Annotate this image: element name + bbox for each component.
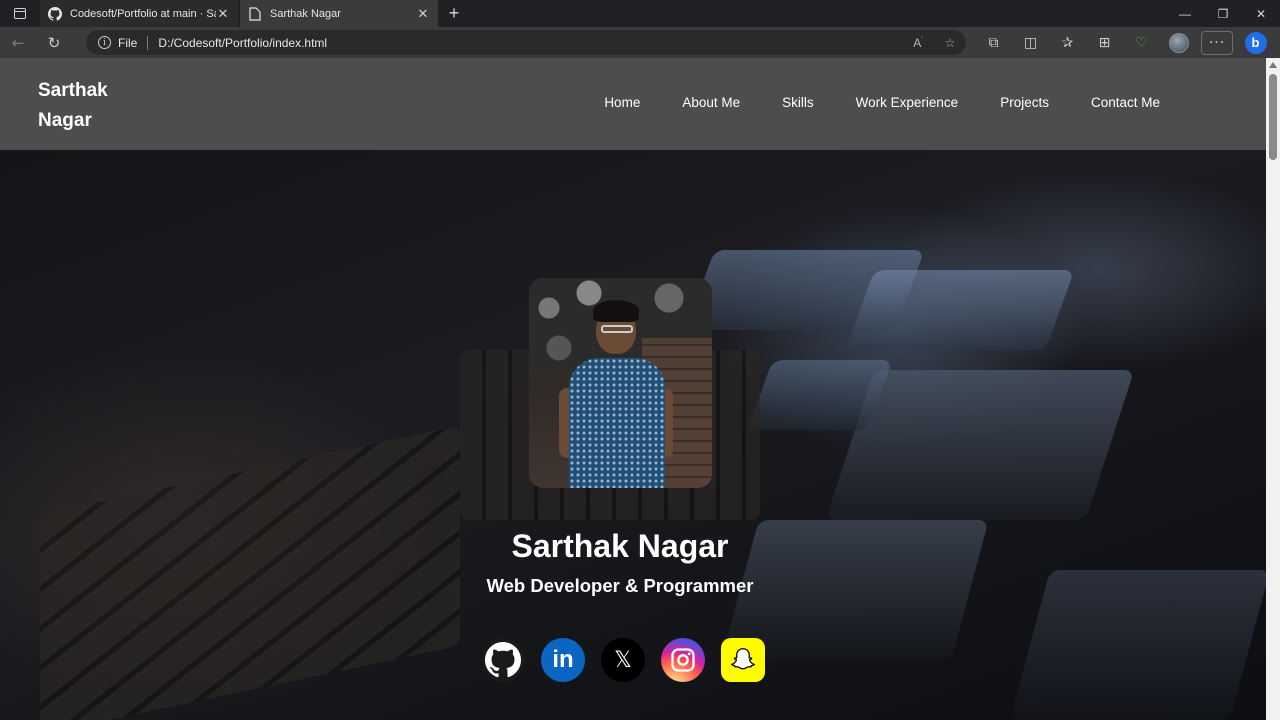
- profile-avatar[interactable]: [1160, 27, 1197, 58]
- browser-tab-portfolio[interactable]: Sarthak Nagar ✕: [240, 0, 438, 27]
- nav-projects[interactable]: Projects: [1000, 95, 1049, 110]
- browser-toolbar: ← ↻ i File D:/Codesoft/Portfolio/index.h…: [0, 27, 1280, 58]
- site-nav: Home About Me Skills Work Experience Pro…: [562, 95, 1160, 110]
- background-image: [845, 270, 1075, 350]
- scheme-label: File: [118, 35, 138, 50]
- extensions-icon[interactable]: ⧉: [975, 27, 1012, 58]
- instagram-link-icon[interactable]: [661, 638, 705, 682]
- divider: [147, 35, 149, 50]
- reload-icon[interactable]: ↻: [36, 27, 72, 58]
- github-icon: [48, 6, 62, 21]
- hero-section: Sarthak Nagar Web Developer & Programmer…: [0, 150, 1266, 720]
- address-bar[interactable]: i File D:/Codesoft/Portfolio/index.html …: [86, 30, 966, 55]
- profile-photo: [529, 278, 712, 488]
- hero-role: Web Developer & Programmer: [486, 575, 754, 596]
- background-image: [40, 425, 460, 720]
- nav-home[interactable]: Home: [604, 95, 640, 110]
- background-image: [747, 360, 893, 430]
- collections-icon[interactable]: ⊞: [1086, 27, 1123, 58]
- info-icon[interactable]: i: [98, 36, 111, 49]
- close-window-icon[interactable]: ✕: [1242, 0, 1280, 27]
- back-icon[interactable]: ←: [0, 27, 36, 58]
- toolbar-actions: ⧉ ◫ ✰ ⊞ ♡ ··· b: [975, 27, 1274, 58]
- browser-tab-bar: Codesoft/Portfolio at main · Sarthak ✕ S…: [0, 0, 1280, 27]
- favorite-star-icon[interactable]: ☆: [934, 36, 966, 50]
- tab-title: Sarthak Nagar: [270, 7, 341, 20]
- tab-actions-icon[interactable]: [0, 0, 40, 27]
- github-link-icon[interactable]: [481, 638, 525, 682]
- nav-contact-me[interactable]: Contact Me: [1091, 95, 1160, 110]
- nav-work-experience[interactable]: Work Experience: [856, 95, 959, 110]
- page-scrollbar[interactable]: [1266, 58, 1280, 720]
- site-header: Sarthak Nagar Home About Me Skills Work …: [0, 58, 1266, 150]
- minimize-icon[interactable]: —: [1166, 0, 1204, 27]
- read-aloud-icon[interactable]: Aʼ: [902, 36, 934, 50]
- close-icon[interactable]: ✕: [216, 6, 230, 22]
- scrollbar-thumb[interactable]: [1269, 74, 1277, 160]
- close-icon[interactable]: ✕: [416, 6, 430, 22]
- browser-tab-github[interactable]: Codesoft/Portfolio at main · Sarthak ✕: [40, 0, 238, 27]
- social-links: in 𝕏: [481, 638, 781, 682]
- url-text[interactable]: D:/Codesoft/Portfolio/index.html: [158, 36, 902, 50]
- page-viewport: Sarthak Nagar Home About Me Skills Work …: [0, 58, 1266, 720]
- favorites-icon[interactable]: ✰: [1049, 27, 1086, 58]
- new-tab-button[interactable]: +: [438, 0, 470, 27]
- more-options-icon[interactable]: ···: [1201, 30, 1233, 55]
- window-controls: — ❐ ✕: [1166, 0, 1280, 27]
- restore-icon[interactable]: ❐: [1204, 0, 1242, 27]
- linkedin-link-icon[interactable]: in: [541, 638, 585, 682]
- page-icon: [248, 6, 262, 21]
- site-brand[interactable]: Sarthak Nagar: [38, 76, 158, 136]
- nav-about-me[interactable]: About Me: [682, 95, 740, 110]
- hero-name: Sarthak Nagar: [511, 528, 729, 564]
- scroll-up-icon[interactable]: [1269, 62, 1277, 68]
- copilot-icon[interactable]: b: [1237, 27, 1274, 58]
- tab-title: Codesoft/Portfolio at main · Sarthak: [70, 7, 216, 20]
- snapchat-link-icon[interactable]: [721, 638, 765, 682]
- nav-skills[interactable]: Skills: [782, 95, 814, 110]
- split-screen-icon[interactable]: ◫: [1012, 27, 1049, 58]
- browser-essentials-icon[interactable]: ♡: [1123, 27, 1160, 58]
- x-link-icon[interactable]: 𝕏: [601, 638, 645, 682]
